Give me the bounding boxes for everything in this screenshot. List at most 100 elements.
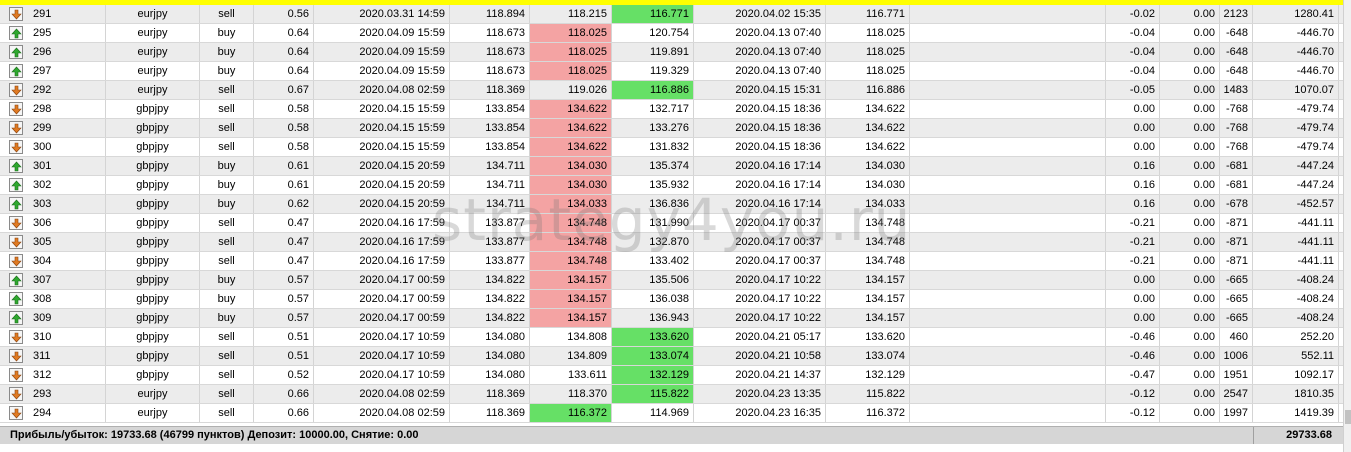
table-row[interactable]: 311 gbpjpy sell 0.51 2020.04.17 10:59 134.080… bbox=[0, 347, 1343, 366]
cell-profit: -452.57 bbox=[1253, 195, 1339, 213]
cell-ticket: 298 bbox=[30, 100, 106, 118]
cell-close-price: 134.030 bbox=[826, 157, 910, 175]
cell-profit: -408.24 bbox=[1253, 271, 1339, 289]
cell-close-time: 2020.04.02 15:35 bbox=[694, 5, 826, 23]
cell-ticket: 309 bbox=[30, 309, 106, 327]
cell-type: sell bbox=[200, 5, 254, 23]
table-row[interactable]: 293 eurjpy sell 0.66 2020.04.08 02:59 118.369… bbox=[0, 385, 1343, 404]
cell-points: 1006 bbox=[1220, 347, 1253, 365]
cell-sl: 133.611 bbox=[530, 366, 612, 384]
cell-close-price: 132.129 bbox=[826, 366, 910, 384]
table-row[interactable]: 302 gbpjpy buy 0.61 2020.04.15 20:59 134.711 1… bbox=[0, 176, 1343, 195]
cell-commission bbox=[910, 138, 1106, 156]
table-row[interactable]: 295 eurjpy buy 0.64 2020.04.09 15:59 118.673 1… bbox=[0, 24, 1343, 43]
cell-sl: 118.215 bbox=[530, 5, 612, 23]
cell-open-price: 134.711 bbox=[450, 176, 530, 194]
table-row[interactable]: 291 eurjpy sell 0.56 2020.03.31 14:59 118.894… bbox=[0, 5, 1343, 24]
cell-commission bbox=[910, 309, 1106, 327]
cell-points: -648 bbox=[1220, 24, 1253, 42]
cell-profit: -441.11 bbox=[1253, 233, 1339, 251]
cell-swap: -0.02 bbox=[1106, 5, 1160, 23]
cell-taxes: 0.00 bbox=[1160, 81, 1220, 99]
cell-tp: 132.717 bbox=[612, 100, 694, 118]
cell-ticket: 292 bbox=[30, 81, 106, 99]
cell-lots: 0.67 bbox=[254, 81, 314, 99]
cell-open-price: 134.711 bbox=[450, 157, 530, 175]
cell-ticket: 297 bbox=[30, 62, 106, 80]
table-row[interactable]: 298 gbpjpy sell 0.58 2020.04.15 15:59 133.854… bbox=[0, 100, 1343, 119]
table-row[interactable]: 306 gbpjpy sell 0.47 2020.04.16 17:59 133.877… bbox=[0, 214, 1343, 233]
cell-swap: -0.12 bbox=[1106, 404, 1160, 422]
cell-type: buy bbox=[200, 176, 254, 194]
cell-ticket: 301 bbox=[30, 157, 106, 175]
cell-open-time: 2020.04.17 00:59 bbox=[314, 309, 450, 327]
cell-open-price: 118.673 bbox=[450, 43, 530, 61]
cell-type: sell bbox=[200, 404, 254, 422]
cell-points: 2123 bbox=[1220, 5, 1253, 23]
cell-taxes: 0.00 bbox=[1160, 347, 1220, 365]
cell-type: buy bbox=[200, 309, 254, 327]
cell-type: buy bbox=[200, 195, 254, 213]
cell-sl: 134.809 bbox=[530, 347, 612, 365]
vertical-scrollbar[interactable] bbox=[1343, 0, 1351, 452]
table-row[interactable]: 303 gbpjpy buy 0.62 2020.04.15 20:59 134.711 1… bbox=[0, 195, 1343, 214]
cell-type: buy bbox=[200, 62, 254, 80]
table-row[interactable]: 305 gbpjpy sell 0.47 2020.04.16 17:59 133.877… bbox=[0, 233, 1343, 252]
cell-close-time: 2020.04.13 07:40 bbox=[694, 43, 826, 61]
cell-close-time: 2020.04.23 13:35 bbox=[694, 385, 826, 403]
cell-taxes: 0.00 bbox=[1160, 271, 1220, 289]
cell-close-time: 2020.04.17 10:22 bbox=[694, 271, 826, 289]
cell-swap: 0.00 bbox=[1106, 309, 1160, 327]
cell-open-time: 2020.04.17 10:59 bbox=[314, 328, 450, 346]
table-row[interactable]: 300 gbpjpy sell 0.58 2020.04.15 15:59 133.854… bbox=[0, 138, 1343, 157]
cell-swap: 0.00 bbox=[1106, 138, 1160, 156]
scrollbar-thumb[interactable] bbox=[1345, 410, 1351, 424]
table-row[interactable]: 296 eurjpy buy 0.64 2020.04.09 15:59 118.673 1… bbox=[0, 43, 1343, 62]
cell-sl: 134.157 bbox=[530, 309, 612, 327]
cell-swap: -0.04 bbox=[1106, 43, 1160, 61]
cell-type: buy bbox=[200, 271, 254, 289]
table-row[interactable]: 307 gbpjpy buy 0.57 2020.04.17 00:59 134.822 1… bbox=[0, 271, 1343, 290]
summary-footer: Прибыль/убыток: 19733.68 (46799 пунктов)… bbox=[0, 426, 1343, 444]
cell-tp: 132.129 bbox=[612, 366, 694, 384]
table-row[interactable]: 292 eurjpy sell 0.67 2020.04.08 02:59 118.369… bbox=[0, 81, 1343, 100]
cell-taxes: 0.00 bbox=[1160, 119, 1220, 137]
table-row[interactable]: 308 gbpjpy buy 0.57 2020.04.17 00:59 134.822 1… bbox=[0, 290, 1343, 309]
cell-type: sell bbox=[200, 214, 254, 232]
cell-open-price: 134.080 bbox=[450, 366, 530, 384]
table-row[interactable]: 301 gbpjpy buy 0.61 2020.04.15 20:59 134.711 1… bbox=[0, 157, 1343, 176]
cell-sl: 134.808 bbox=[530, 328, 612, 346]
table-row[interactable]: 310 gbpjpy sell 0.51 2020.04.17 10:59 134.080… bbox=[0, 328, 1343, 347]
cell-close-price: 134.622 bbox=[826, 138, 910, 156]
table-row[interactable]: 297 eurjpy buy 0.64 2020.04.09 15:59 118.673 1… bbox=[0, 62, 1343, 81]
cell-taxes: 0.00 bbox=[1160, 385, 1220, 403]
cell-open-time: 2020.04.15 15:59 bbox=[314, 100, 450, 118]
table-row[interactable]: 294 eurjpy sell 0.66 2020.04.08 02:59 118.369… bbox=[0, 404, 1343, 423]
table-row[interactable]: 309 gbpjpy buy 0.57 2020.04.17 00:59 134.822 1… bbox=[0, 309, 1343, 328]
cell-taxes: 0.00 bbox=[1160, 138, 1220, 156]
cell-taxes: 0.00 bbox=[1160, 404, 1220, 422]
cell-close-price: 118.025 bbox=[826, 24, 910, 42]
table-row[interactable]: 304 gbpjpy sell 0.47 2020.04.16 17:59 133.877… bbox=[0, 252, 1343, 271]
cell-lots: 0.66 bbox=[254, 404, 314, 422]
cell-open-price: 134.822 bbox=[450, 309, 530, 327]
cell-tp: 116.771 bbox=[612, 5, 694, 23]
cell-symbol: eurjpy bbox=[106, 62, 200, 80]
cell-close-time: 2020.04.17 00:37 bbox=[694, 233, 826, 251]
cell-symbol: gbpjpy bbox=[106, 271, 200, 289]
cell-commission bbox=[910, 100, 1106, 118]
cell-open-price: 133.854 bbox=[450, 119, 530, 137]
cell-lots: 0.47 bbox=[254, 233, 314, 251]
cell-sl: 134.030 bbox=[530, 176, 612, 194]
table-row[interactable]: 312 gbpjpy sell 0.52 2020.04.17 10:59 134.080… bbox=[0, 366, 1343, 385]
cell-swap: 0.16 bbox=[1106, 176, 1160, 194]
cell-profit: 552.11 bbox=[1253, 347, 1339, 365]
cell-profit: 1070.07 bbox=[1253, 81, 1339, 99]
cell-open-price: 133.877 bbox=[450, 214, 530, 232]
cell-open-time: 2020.04.17 10:59 bbox=[314, 366, 450, 384]
cell-taxes: 0.00 bbox=[1160, 5, 1220, 23]
sell-order-icon bbox=[9, 121, 23, 135]
table-row[interactable]: 299 gbpjpy sell 0.58 2020.04.15 15:59 133.854… bbox=[0, 119, 1343, 138]
cell-taxes: 0.00 bbox=[1160, 366, 1220, 384]
cell-taxes: 0.00 bbox=[1160, 176, 1220, 194]
